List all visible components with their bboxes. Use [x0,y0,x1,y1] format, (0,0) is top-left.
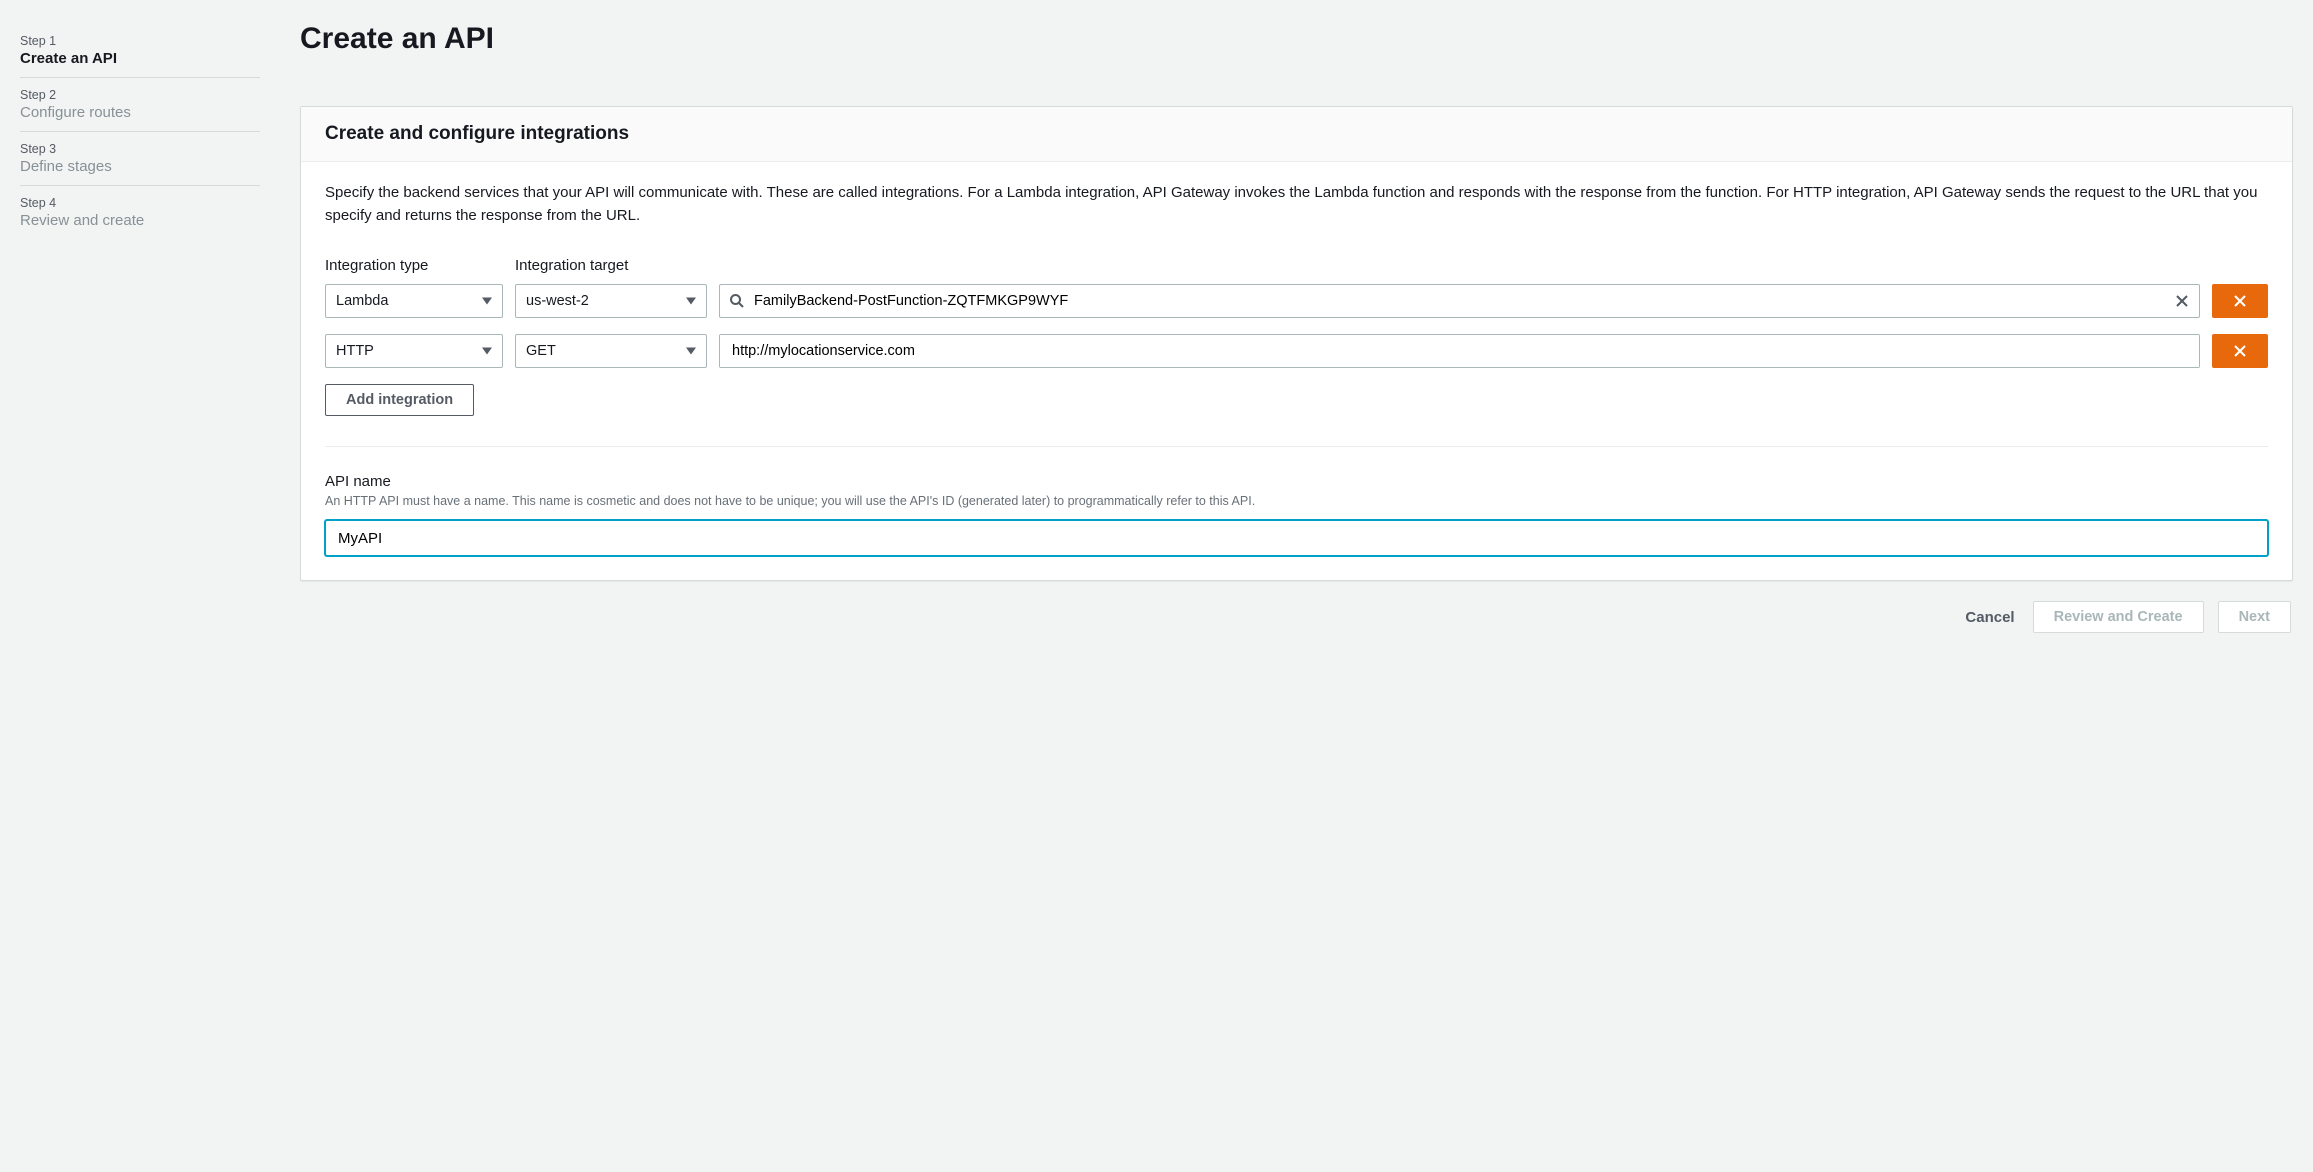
cancel-button[interactable]: Cancel [1961,603,2018,632]
chevron-down-icon [482,348,492,355]
integrations-table-header: Integration type Integration target [325,257,2268,274]
step-title: Configure routes [20,104,260,121]
integration-target-select[interactable]: us-west-2 [515,284,707,318]
integration-method-value: GET [526,343,556,359]
lambda-function-search [719,284,2200,318]
clear-icon[interactable] [2174,293,2190,309]
add-integration-button[interactable]: Add integration [325,384,474,416]
integration-row: HTTP GET [325,334,2268,368]
main-content: Create an API Create and configure integ… [300,20,2293,1152]
step-define-stages[interactable]: Step 3 Define stages [20,132,260,186]
http-url-input[interactable] [720,335,2199,367]
chevron-down-icon [482,298,492,305]
step-number: Step 3 [20,142,260,156]
integration-target-value: us-west-2 [526,293,589,309]
integration-type-value: HTTP [336,343,374,359]
step-title: Create an API [20,50,260,67]
step-create-api[interactable]: Step 1 Create an API [20,24,260,78]
api-name-input[interactable] [325,520,2268,556]
http-url-input-wrap [719,334,2200,368]
close-icon [2232,293,2248,309]
step-title: Review and create [20,212,260,229]
remove-integration-button[interactable] [2212,284,2268,318]
wizard-footer: Cancel Review and Create Next [300,601,2293,633]
col-integration-target: Integration target [515,257,707,274]
step-review-create[interactable]: Step 4 Review and create [20,186,260,239]
step-title: Define stages [20,158,260,175]
integration-type-select[interactable]: Lambda [325,284,503,318]
step-number: Step 4 [20,196,260,210]
panel-header: Create and configure integrations [301,107,2292,162]
col-integration-type: Integration type [325,257,503,274]
review-and-create-button[interactable]: Review and Create [2033,601,2204,633]
integration-method-select[interactable]: GET [515,334,707,368]
lambda-function-input[interactable] [719,284,2200,318]
step-number: Step 1 [20,34,260,48]
search-icon [729,293,745,309]
page-title: Create an API [300,20,2293,56]
integrations-panel: Create and configure integrations Specif… [300,106,2293,581]
chevron-down-icon [686,298,696,305]
panel-description: Specify the backend services that your A… [325,182,2268,227]
section-divider [325,446,2268,447]
wizard-sidebar: Step 1 Create an API Step 2 Configure ro… [20,20,300,1152]
integration-type-value: Lambda [336,293,388,309]
next-button[interactable]: Next [2218,601,2291,633]
api-name-hint: An HTTP API must have a name. This name … [325,494,2268,508]
step-number: Step 2 [20,88,260,102]
close-icon [2232,343,2248,359]
panel-title: Create and configure integrations [325,123,2268,145]
step-configure-routes[interactable]: Step 2 Configure routes [20,78,260,132]
chevron-down-icon [686,348,696,355]
integration-type-select[interactable]: HTTP [325,334,503,368]
integration-row: Lambda us-west-2 [325,284,2268,318]
api-name-label: API name [325,473,2268,490]
remove-integration-button[interactable] [2212,334,2268,368]
